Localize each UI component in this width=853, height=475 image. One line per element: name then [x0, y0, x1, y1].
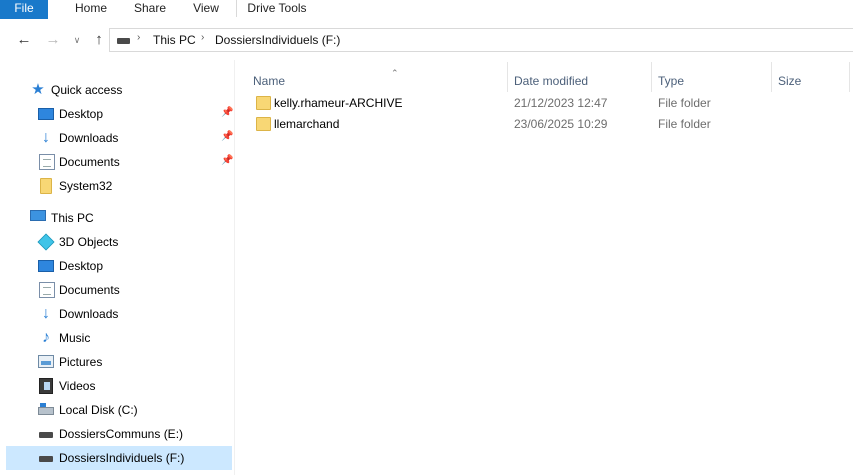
downloads-icon: ↓: [42, 129, 50, 146]
nav-label: DossiersCommuns (E:): [59, 427, 184, 441]
breadcrumb-chevron-icon[interactable]: ›: [137, 32, 140, 43]
nav-label: System32: [59, 179, 113, 193]
tab-home[interactable]: Home: [62, 0, 120, 19]
forward-arrow-icon[interactable]: →: [44, 30, 62, 50]
nav-label: Documents: [59, 155, 120, 169]
nav-label: Pictures: [59, 355, 103, 369]
file-type: File folder: [658, 96, 711, 110]
documents-icon: [39, 282, 55, 298]
folder-icon: [256, 96, 271, 110]
nav-label: Downloads: [59, 307, 119, 321]
file-type: File folder: [658, 117, 711, 131]
star-icon: ★: [31, 81, 45, 98]
3d-objects-icon: [37, 233, 55, 251]
nav-item-desktop[interactable]: Desktop: [6, 254, 232, 278]
nav-item-local-disk-c[interactable]: Local Disk (C:): [6, 398, 232, 422]
file-list: ⌃ Name Date modified Type Size kelly.rha…: [235, 60, 853, 475]
folder-icon: [256, 117, 271, 131]
nav-item-3d-objects[interactable]: 3D Objects: [6, 230, 232, 254]
nav-item-videos[interactable]: Videos: [6, 374, 232, 398]
nav-this-pc[interactable]: This PC: [6, 206, 232, 230]
nav-item-dossiers-individuels-f[interactable]: DossiersIndividuels (F:): [6, 446, 232, 470]
nav-item-dossiers-communs-e[interactable]: DossiersCommuns (E:): [6, 422, 232, 446]
breadcrumb-current-drive[interactable]: DossiersIndividuels (F:): [215, 33, 340, 47]
file-name: llemarchand: [274, 117, 340, 131]
drive-icon: [39, 456, 53, 462]
documents-icon: [39, 154, 55, 170]
nav-item-documents-quick[interactable]: Documents 📌: [6, 150, 233, 174]
tab-drive-tools[interactable]: Drive Tools: [237, 0, 317, 19]
pin-icon[interactable]: 📌: [221, 155, 233, 166]
nav-quick-access[interactable]: ★ Quick access: [6, 78, 232, 102]
nav-label: Documents: [59, 283, 120, 297]
nav-label: Downloads: [59, 131, 119, 145]
nav-label: Desktop: [59, 259, 104, 273]
nav-item-system32[interactable]: System32: [6, 174, 232, 198]
sort-ascending-icon: ⌃: [391, 68, 399, 78]
local-disk-icon: [38, 403, 54, 415]
pin-icon[interactable]: 📌: [221, 107, 233, 118]
file-row[interactable]: kelly.rhameur-ARCHIVE 21/12/2023 12:47 F…: [249, 93, 847, 114]
computer-icon: [30, 210, 46, 221]
nav-item-music[interactable]: ♪ Music: [6, 326, 232, 350]
nav-item-documents[interactable]: Documents: [6, 278, 232, 302]
breadcrumb-chevron-icon[interactable]: ›: [201, 32, 204, 43]
file-row[interactable]: llemarchand 23/06/2025 10:29 File folder: [249, 114, 847, 135]
nav-label: Local Disk (C:): [59, 403, 138, 417]
nav-label: Desktop: [59, 107, 104, 121]
pictures-icon: [38, 355, 54, 368]
ribbon: File Home Share View Drive Tools: [0, 0, 853, 19]
nav-label: Quick access: [51, 83, 123, 97]
breadcrumb-this-pc[interactable]: This PC: [153, 33, 196, 47]
nav-label: Videos: [59, 379, 96, 393]
folder-icon: [40, 178, 52, 194]
nav-label: Music: [59, 331, 91, 345]
drive-icon: [39, 432, 53, 438]
file-date-modified: 21/12/2023 12:47: [514, 96, 608, 110]
column-divider[interactable]: [651, 62, 652, 92]
nav-label: This PC: [51, 211, 94, 225]
back-arrow-icon[interactable]: ←: [15, 30, 33, 50]
chevron-down-icon[interactable]: ∨: [71, 30, 83, 50]
tab-view[interactable]: View: [180, 0, 232, 19]
column-divider[interactable]: [507, 62, 508, 92]
nav-item-downloads[interactable]: ↓ Downloads: [6, 302, 232, 326]
nav-item-downloads-quick[interactable]: ↓ Downloads 📌: [6, 126, 233, 150]
pin-icon[interactable]: 📌: [221, 131, 233, 142]
file-date-modified: 23/06/2025 10:29: [514, 117, 608, 131]
nav-label: DossiersIndividuels (F:): [59, 451, 185, 465]
up-arrow-icon[interactable]: ↑: [90, 30, 108, 50]
drive-icon: [117, 38, 130, 44]
navigation-pane: ★ Quick access Desktop 📌 ↓ Downloads 📌 D…: [0, 60, 234, 475]
column-divider[interactable]: [771, 62, 772, 92]
nav-item-desktop-quick[interactable]: Desktop 📌: [6, 102, 233, 126]
nav-item-pictures[interactable]: Pictures: [6, 350, 232, 374]
videos-icon: [39, 378, 53, 394]
music-icon: ♪: [42, 329, 50, 346]
tab-file[interactable]: File: [0, 0, 48, 19]
nav-label: 3D Objects: [59, 235, 119, 249]
downloads-icon: ↓: [42, 305, 50, 322]
desktop-icon: [38, 108, 54, 120]
file-name: kelly.rhameur-ARCHIVE: [274, 96, 403, 110]
desktop-icon: [38, 260, 54, 272]
column-divider[interactable]: [849, 62, 850, 92]
tab-share[interactable]: Share: [122, 0, 178, 19]
address-bar[interactable]: › This PC › DossiersIndividuels (F:): [109, 28, 853, 52]
